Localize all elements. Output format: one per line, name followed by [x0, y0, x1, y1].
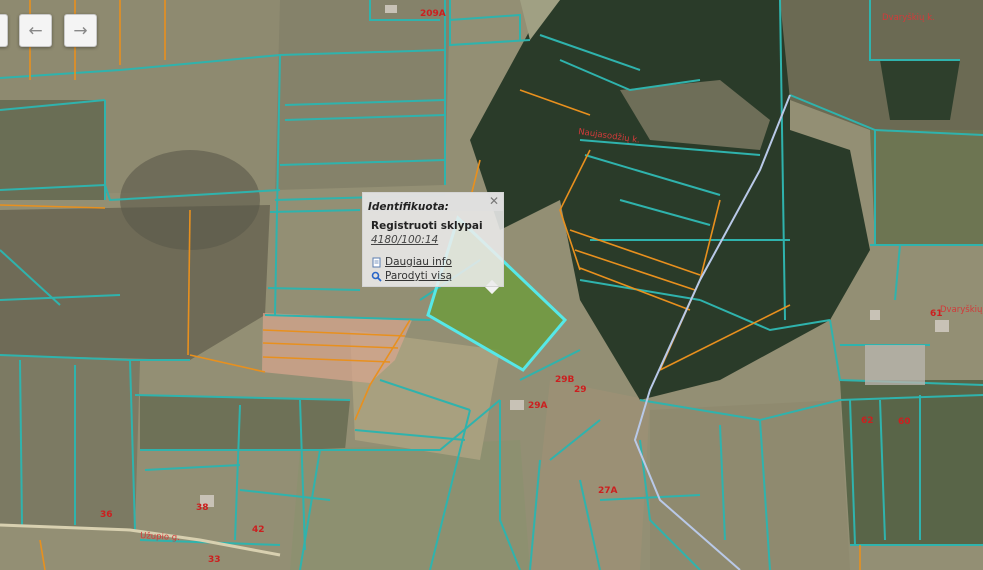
show-all-link[interactable]: Parodyti visą [371, 270, 452, 282]
house-number-label: 29A [528, 401, 548, 411]
popup-header: Identifikuota: [363, 193, 503, 213]
more-info-label: Daugiau info [385, 256, 452, 268]
house-number-label: 209A [420, 9, 446, 19]
house-number-label: 60 [898, 417, 911, 427]
parcel-number-link[interactable]: 4180/100:14 [371, 234, 438, 246]
field-area [840, 380, 983, 545]
house-number-label: 27A [598, 486, 618, 496]
field-area [530, 380, 650, 570]
house-number-label: 38 [196, 503, 209, 513]
field-area [650, 400, 850, 570]
back-button[interactable]: ← [19, 14, 52, 47]
layer-name: Registruoti sklypai [371, 220, 483, 232]
house-number-label: 62 [861, 416, 874, 426]
identify-popup: Identifikuota: ✕ Registruoti sklypai 418… [362, 192, 504, 287]
field-area [140, 395, 350, 450]
close-icon[interactable]: ✕ [489, 194, 499, 208]
popup-title: Identifikuota: [368, 201, 449, 213]
document-icon [372, 257, 381, 267]
show-all-label: Parodyti visą [385, 270, 453, 282]
house-number-label: 29B [555, 375, 575, 385]
forest-area [880, 60, 960, 120]
more-info-link[interactable]: Daugiau info [371, 256, 452, 268]
arrow-right-icon: → [73, 20, 88, 41]
field-area [290, 440, 530, 570]
village-label: Dvaryškių k. [940, 304, 983, 315]
magnifier-icon [371, 271, 382, 282]
house-number-label: 33 [208, 555, 221, 565]
house-number-label: 42 [252, 525, 265, 535]
house-number-label: 29 [574, 385, 587, 395]
house-number-label: 36 [100, 510, 113, 520]
zoom-extent-button[interactable] [0, 14, 8, 47]
forward-button[interactable]: → [64, 14, 97, 47]
field-area [870, 130, 983, 245]
village-label: Dvaryškių k. [882, 12, 935, 23]
greenhouse-area [865, 345, 925, 385]
arrow-left-icon: ← [28, 20, 43, 41]
street-label: Užupio g. [140, 531, 180, 543]
